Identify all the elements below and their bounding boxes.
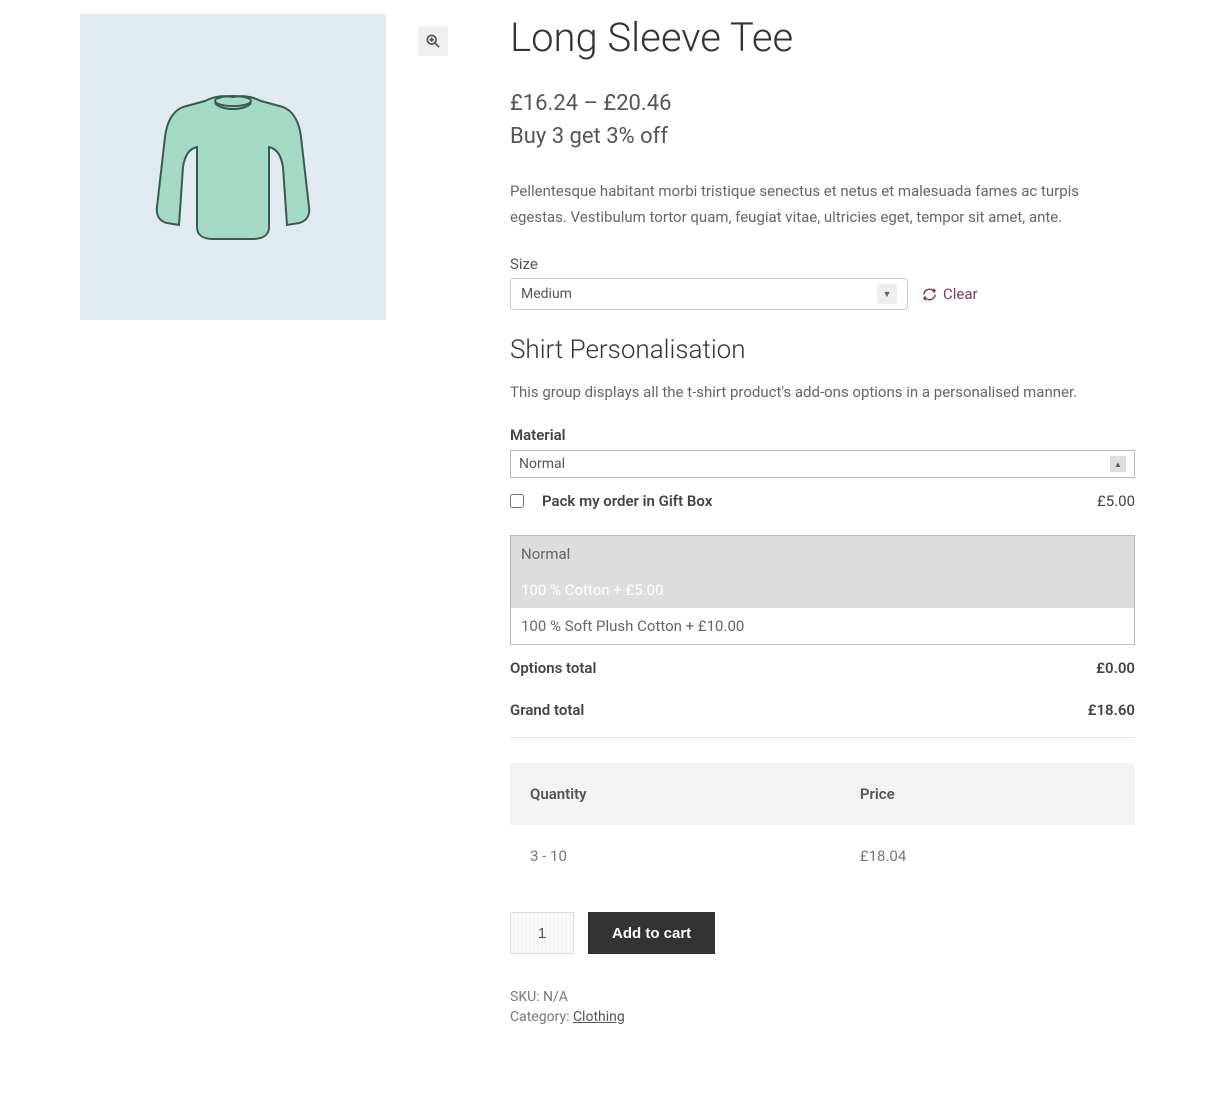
grand-total-label: Grand total	[510, 701, 584, 719]
product-title: Long Sleeve Tee	[510, 14, 1135, 61]
product-image[interactable]	[80, 14, 386, 320]
giftbox-label: Pack my order in Gift Box	[542, 492, 1097, 510]
material-select[interactable]: Normal ▲	[510, 450, 1135, 478]
giftbox-checkbox[interactable]	[510, 494, 524, 508]
category-link[interactable]: Clothing	[573, 1009, 625, 1025]
material-option[interactable]: 100 % Cotton + £5.00	[511, 572, 1134, 608]
personalisation-description: This group displays all the t-shirt prod…	[510, 383, 1135, 401]
chevron-down-icon: ▼	[877, 284, 897, 304]
quantity-input[interactable]	[510, 912, 574, 954]
personalisation-heading: Shirt Personalisation	[510, 335, 1135, 365]
clear-label: Clear	[943, 285, 978, 303]
material-option[interactable]: 100 % Soft Plush Cotton + £10.00	[511, 608, 1134, 644]
product-gallery	[80, 14, 460, 1029]
material-dropdown: Normal 100 % Cotton + £5.00 100 % Soft P…	[510, 535, 1135, 645]
material-selected-value: Normal	[519, 456, 565, 472]
chevron-up-icon: ▲	[1110, 456, 1126, 472]
table-row: 3 - 10 £18.04	[510, 825, 1135, 887]
category-meta: Category: Clothing	[510, 1009, 1135, 1025]
qty-header: Quantity	[510, 763, 840, 825]
price-range: £16.24 – £20.46	[510, 91, 1135, 116]
options-total-label: Options total	[510, 659, 596, 677]
material-label: Material	[510, 426, 1135, 444]
size-select[interactable]: Medium ▼	[510, 278, 908, 310]
clear-button[interactable]: Clear	[922, 285, 978, 303]
options-total-value: £0.00	[1096, 659, 1135, 677]
qty-cell: 3 - 10	[510, 825, 840, 887]
grand-total-value: £18.60	[1088, 701, 1135, 719]
size-label: Size	[510, 255, 1135, 273]
zoom-icon[interactable]	[418, 26, 448, 56]
material-option[interactable]: Normal	[511, 536, 1134, 572]
giftbox-price: £5.00	[1097, 492, 1135, 510]
add-to-cart-button[interactable]: Add to cart	[588, 912, 715, 954]
product-description: Pellentesque habitant morbi tristique se…	[510, 179, 1135, 230]
quantity-price-table: Quantity Price 3 - 10 £18.04	[510, 763, 1135, 887]
offer-text: Buy 3 get 3% off	[510, 124, 1135, 149]
size-selected-value: Medium	[521, 286, 572, 302]
price-header: Price	[840, 763, 1135, 825]
sku-meta: SKU: N/A	[510, 989, 1135, 1005]
tshirt-illustration	[133, 67, 333, 267]
price-cell: £18.04	[840, 825, 1135, 887]
refresh-icon	[922, 287, 937, 302]
